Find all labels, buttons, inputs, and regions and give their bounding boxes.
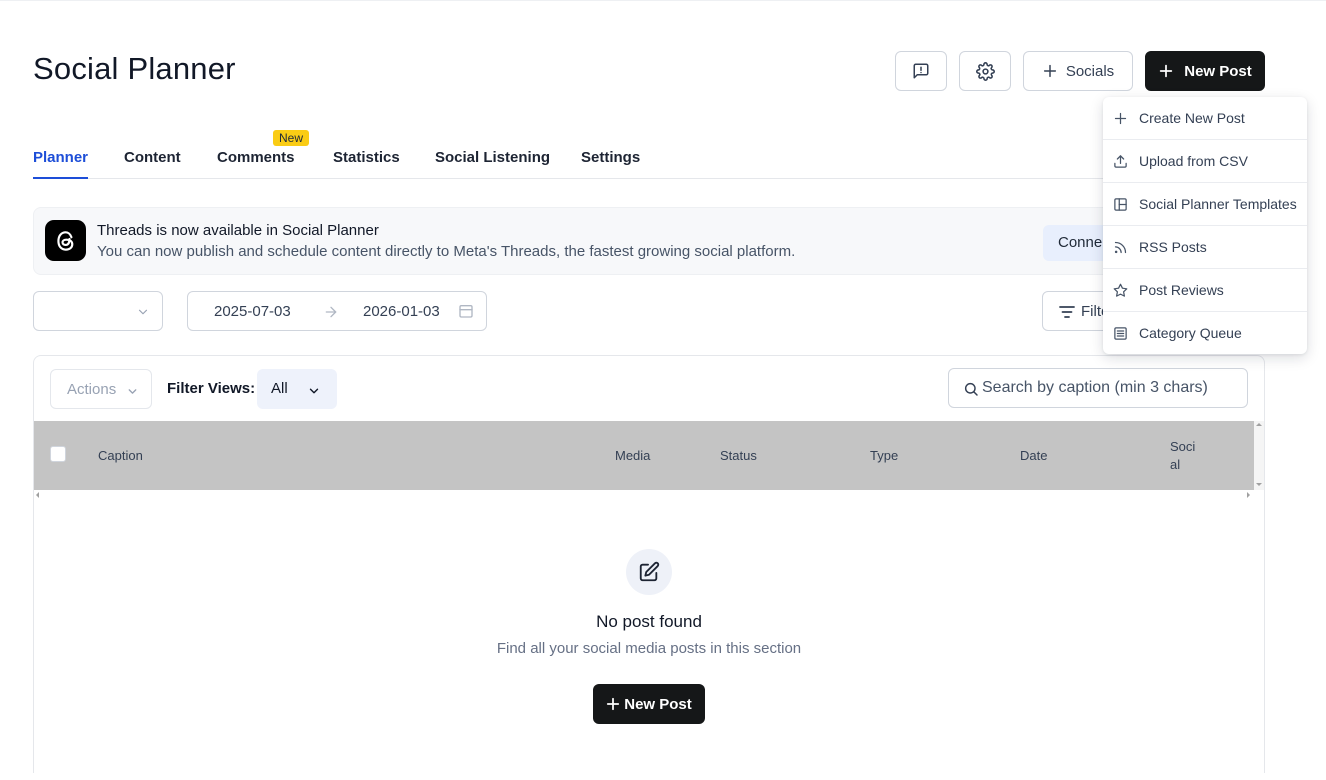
menu-item-post-reviews[interactable]: Post Reviews bbox=[1103, 269, 1307, 312]
rss-icon bbox=[1114, 241, 1127, 254]
search-icon bbox=[964, 382, 978, 396]
select-all-checkbox[interactable] bbox=[50, 446, 66, 462]
scroll-right-arrow[interactable] bbox=[1247, 492, 1250, 498]
filter-icon bbox=[1059, 306, 1075, 318]
column-caption[interactable]: Caption bbox=[98, 448, 143, 463]
tab-content[interactable]: Content bbox=[124, 149, 181, 179]
posts-table-card: Actions Filter Views: All Caption Media … bbox=[33, 355, 1265, 773]
feedback-button[interactable] bbox=[895, 51, 947, 91]
menu-item-label: Category Queue bbox=[1139, 325, 1242, 341]
threads-banner: Threads is now available in Social Plann… bbox=[33, 207, 1265, 275]
account-select[interactable] bbox=[33, 291, 163, 331]
column-social-part2[interactable]: al bbox=[1170, 457, 1180, 472]
template-icon bbox=[1114, 198, 1127, 211]
menu-item-create-new-post[interactable]: Create New Post bbox=[1103, 97, 1307, 140]
feedback-icon bbox=[913, 63, 929, 79]
menu-item-label: Post Reviews bbox=[1139, 282, 1224, 298]
socials-button[interactable]: Socials bbox=[1023, 51, 1133, 91]
page-title: Social Planner bbox=[33, 51, 236, 86]
tab-comments[interactable]: Comments bbox=[217, 149, 295, 179]
menu-item-upload-csv[interactable]: Upload from CSV bbox=[1103, 140, 1307, 183]
filter-views-select[interactable]: All bbox=[257, 369, 337, 409]
actions-dropdown[interactable]: Actions bbox=[50, 369, 152, 409]
plus-icon bbox=[1114, 112, 1127, 125]
new-post-button[interactable]: New Post bbox=[1145, 51, 1265, 91]
search-box[interactable] bbox=[948, 368, 1248, 408]
column-social-part1[interactable]: Soci bbox=[1170, 439, 1195, 454]
star-icon bbox=[1113, 283, 1128, 297]
tab-planner[interactable]: Planner bbox=[33, 149, 89, 179]
menu-item-category-queue[interactable]: Category Queue bbox=[1103, 312, 1307, 355]
top-divider bbox=[0, 0, 1326, 1]
filter-views-value: All bbox=[271, 380, 288, 397]
column-media[interactable]: Media bbox=[615, 448, 650, 463]
socials-label: Socials bbox=[1065, 62, 1115, 80]
menu-item-label: Create New Post bbox=[1139, 110, 1245, 126]
upload-icon bbox=[1114, 155, 1127, 168]
plus-icon bbox=[607, 697, 620, 711]
calendar-icon bbox=[459, 305, 473, 318]
tab-settings[interactable]: Settings bbox=[581, 149, 640, 179]
gear-icon bbox=[975, 61, 995, 81]
horizontal-scrollbar[interactable] bbox=[34, 490, 1254, 499]
search-input[interactable] bbox=[982, 369, 1232, 407]
menu-item-templates[interactable]: Social Planner Templates bbox=[1103, 183, 1307, 226]
new-post-menu: Create New Post Upload from CSV Social P… bbox=[1103, 97, 1307, 354]
tab-statistics[interactable]: Statistics bbox=[333, 149, 400, 179]
new-post-label: New Post bbox=[1184, 62, 1252, 80]
tab-social-listening[interactable]: Social Listening bbox=[435, 149, 550, 179]
empty-new-post-button[interactable]: New Post bbox=[593, 684, 705, 724]
column-type[interactable]: Type bbox=[870, 448, 898, 463]
date-range-picker[interactable]: 2025-07-03 2026-01-03 bbox=[187, 291, 487, 331]
chevron-down-icon bbox=[309, 388, 319, 394]
empty-state-subtitle: Find all your social media posts in this… bbox=[496, 640, 802, 657]
empty-state-title: No post found bbox=[596, 612, 702, 631]
settings-button[interactable] bbox=[959, 51, 1011, 91]
menu-item-label: RSS Posts bbox=[1139, 239, 1207, 255]
menu-item-rss-posts[interactable]: RSS Posts bbox=[1103, 226, 1307, 269]
column-date[interactable]: Date bbox=[1020, 448, 1047, 463]
menu-item-label: Upload from CSV bbox=[1139, 153, 1248, 169]
actions-label: Actions bbox=[67, 381, 117, 398]
menu-item-label: Social Planner Templates bbox=[1139, 196, 1297, 212]
threads-logo-icon bbox=[45, 220, 86, 261]
date-end[interactable]: 2026-01-03 bbox=[363, 303, 440, 320]
chevron-down-icon bbox=[128, 389, 137, 394]
tab-bar: Planner Content Comments Statistics Soci… bbox=[33, 140, 1265, 179]
new-badge: New bbox=[273, 130, 310, 146]
vertical-scrollbar[interactable] bbox=[1254, 421, 1264, 490]
scroll-down-arrow[interactable] bbox=[1256, 483, 1262, 486]
empty-new-post-label: New Post bbox=[624, 695, 692, 713]
plus-icon bbox=[1043, 64, 1056, 78]
edit-icon bbox=[626, 549, 672, 595]
scroll-left-arrow[interactable] bbox=[36, 492, 39, 498]
date-start[interactable]: 2025-07-03 bbox=[214, 303, 291, 320]
list-icon bbox=[1114, 327, 1127, 340]
arrow-right-icon bbox=[325, 306, 337, 318]
chevron-down-icon bbox=[138, 309, 148, 315]
table-header: Caption Media Status Type Date Soci al bbox=[34, 421, 1254, 490]
banner-text: You can now publish and schedule content… bbox=[97, 243, 796, 260]
plus-icon bbox=[1160, 64, 1173, 78]
column-status[interactable]: Status bbox=[720, 448, 757, 463]
banner-title: Threads is now available in Social Plann… bbox=[97, 222, 379, 239]
scroll-up-arrow[interactable] bbox=[1256, 423, 1262, 426]
filter-views-label: Filter Views: bbox=[167, 380, 256, 397]
